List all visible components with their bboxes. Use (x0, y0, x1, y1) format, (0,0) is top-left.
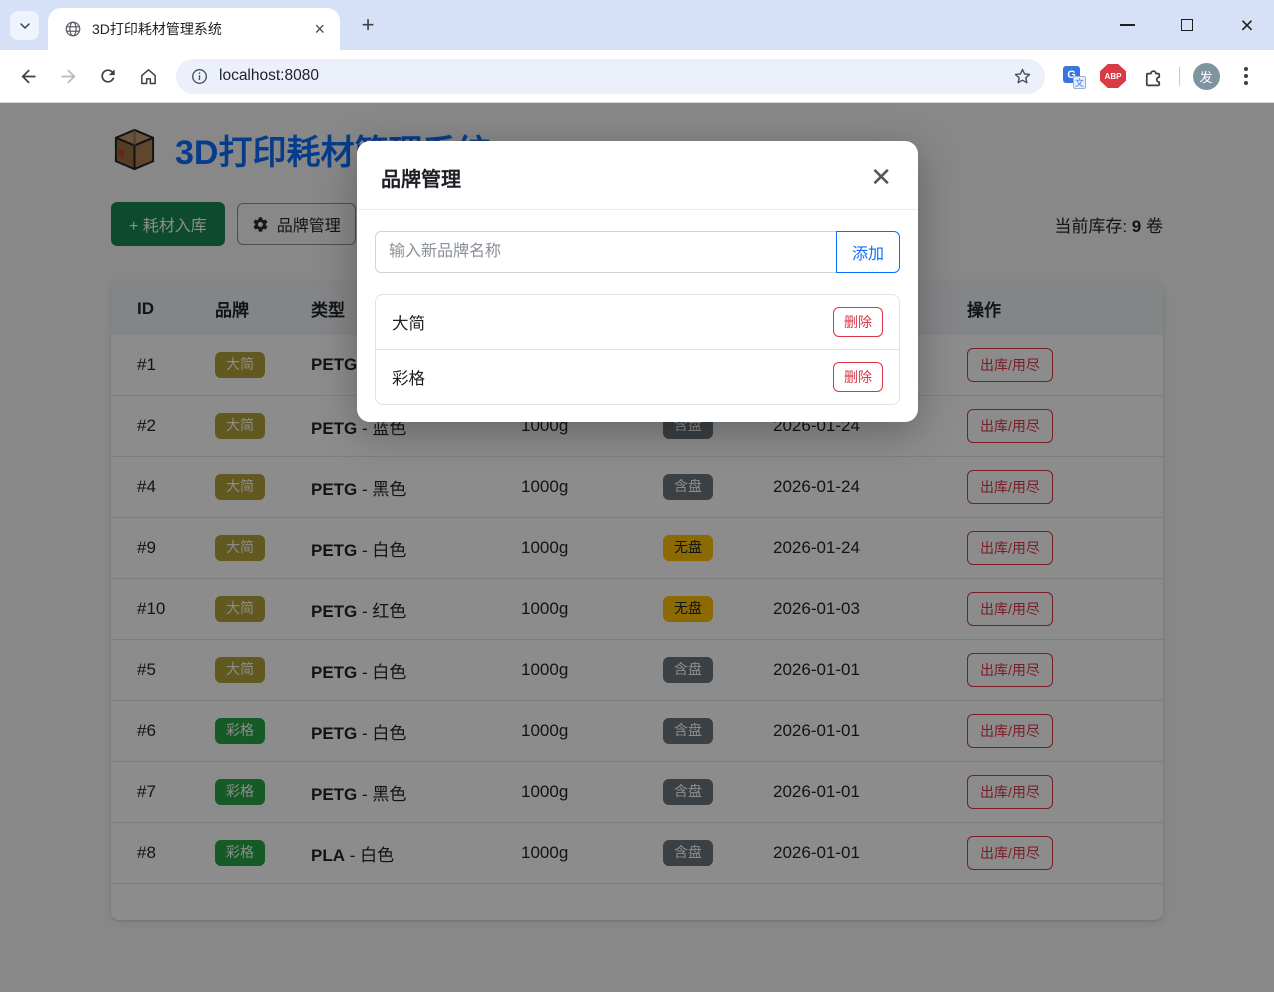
add-brand-button[interactable]: 添加 (836, 231, 900, 273)
translate-extension-button[interactable]: G 文 (1056, 59, 1090, 93)
home-icon (138, 66, 159, 87)
forward-arrow-icon (58, 66, 79, 87)
bookmark-star-icon[interactable] (1012, 66, 1033, 87)
modal-body: 添加 大简删除彩格删除 (357, 210, 918, 422)
brand-list: 大简删除彩格删除 (375, 294, 900, 405)
modal-close-icon[interactable]: ✕ (870, 167, 892, 188)
reload-icon (98, 66, 118, 86)
tab-close-icon[interactable]: × (311, 20, 328, 38)
adblock-icon: ABP (1100, 64, 1126, 88)
url-text: localhost:8080 (219, 67, 1012, 85)
kebab-menu-icon (1244, 67, 1248, 85)
close-icon: × (1240, 14, 1253, 37)
window-minimize-button[interactable] (1116, 14, 1138, 36)
tab-title: 3D打印耗材管理系统 (92, 19, 311, 39)
window-controls: × (1116, 0, 1258, 50)
back-arrow-icon (18, 66, 39, 87)
brand-list-item: 彩格 删除 (376, 349, 899, 404)
extensions-button[interactable] (1136, 59, 1170, 93)
translate-icon: G 文 (1063, 66, 1083, 86)
address-bar[interactable]: localhost:8080 (176, 59, 1045, 94)
forward-button[interactable] (48, 56, 88, 96)
globe-favicon-icon (64, 20, 82, 38)
new-tab-button[interactable]: + (354, 11, 382, 39)
new-brand-input[interactable] (375, 231, 836, 273)
delete-brand-button[interactable]: 删除 (833, 362, 883, 392)
toolbar-separator (1179, 67, 1180, 86)
back-button[interactable] (8, 56, 48, 96)
browser-menu-button[interactable] (1229, 59, 1263, 93)
reload-button[interactable] (88, 56, 128, 96)
browser-tab[interactable]: 3D打印耗材管理系统 × (48, 8, 340, 50)
window-maximize-button[interactable] (1176, 14, 1198, 36)
profile-avatar: 发 (1193, 63, 1220, 90)
tab-search-chevron-icon[interactable] (10, 11, 39, 40)
brand-name: 大简 (392, 310, 425, 334)
page-viewport: 3D打印耗材管理系统 + 耗材入库 品牌管理 当前库存: 9 卷 (0, 103, 1274, 992)
home-button[interactable] (128, 56, 168, 96)
minimize-icon (1120, 24, 1135, 26)
browser-chrome: 3D打印耗材管理系统 × + × (0, 0, 1274, 103)
new-brand-input-group: 添加 (375, 231, 900, 273)
site-info-icon[interactable] (190, 67, 209, 86)
browser-toolbar: localhost:8080 G 文 ABP 发 (0, 50, 1274, 103)
modal-title: 品牌管理 (381, 163, 461, 192)
puzzle-icon (1142, 65, 1165, 88)
modal-header: 品牌管理 ✕ (357, 141, 918, 210)
window-close-button[interactable]: × (1236, 14, 1258, 36)
tab-strip: 3D打印耗材管理系统 × + × (0, 0, 1274, 50)
delete-brand-button[interactable]: 删除 (833, 307, 883, 337)
brand-list-item: 大简 删除 (376, 295, 899, 349)
maximize-icon (1181, 19, 1193, 31)
adblock-extension-button[interactable]: ABP (1096, 59, 1130, 93)
profile-button[interactable]: 发 (1189, 59, 1223, 93)
brand-manage-modal: 品牌管理 ✕ 添加 大简删除彩格删除 (357, 141, 918, 422)
brand-name: 彩格 (392, 365, 425, 389)
